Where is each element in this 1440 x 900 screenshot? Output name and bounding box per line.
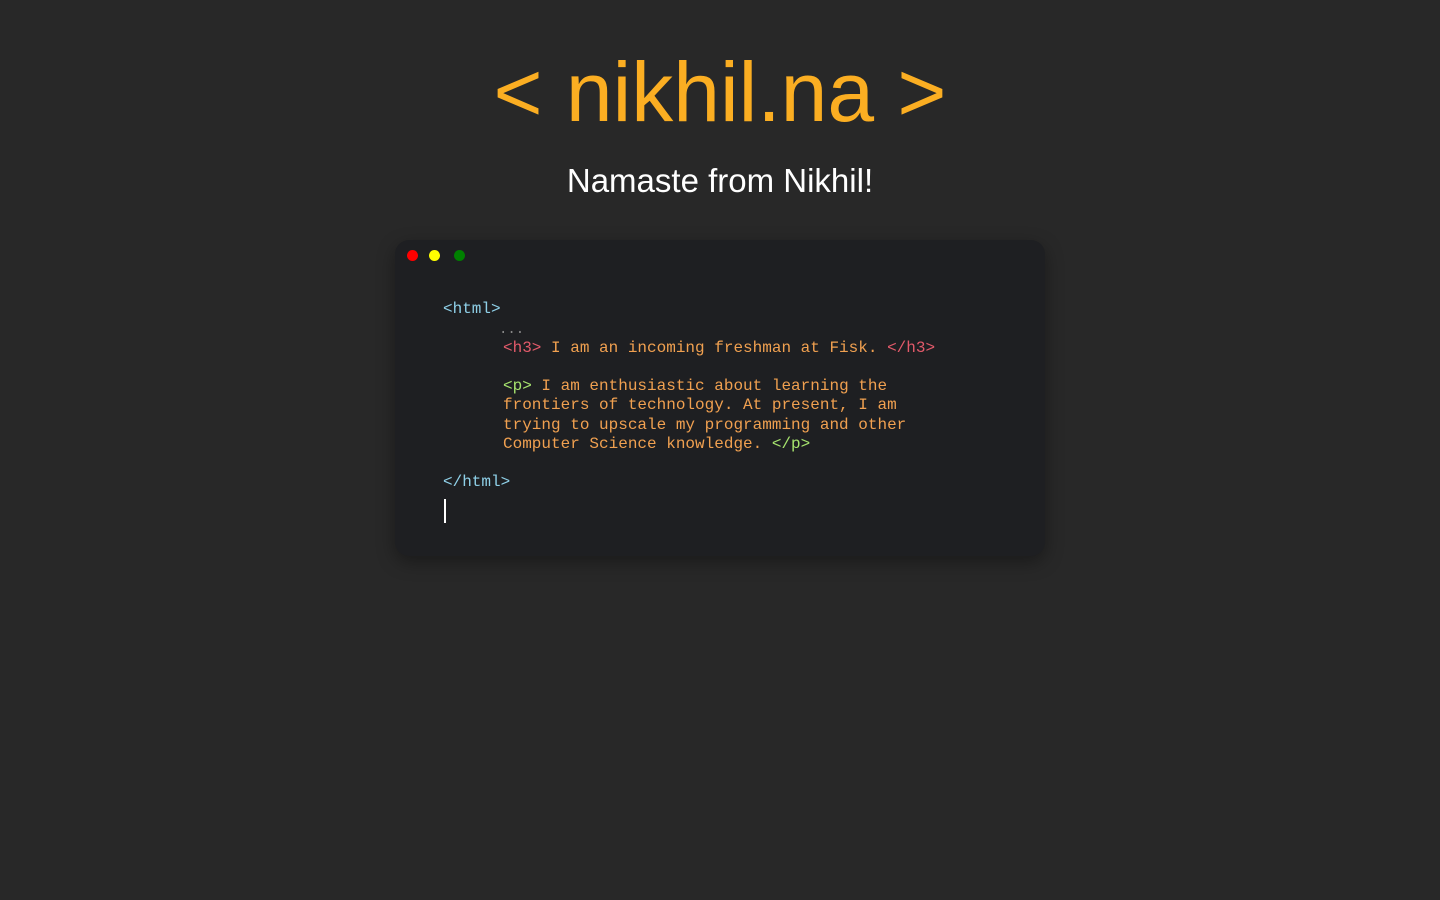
html-open-tag: <html> [443,300,501,318]
p-text-2: frontiers of technology. At present, I a… [503,396,897,414]
p-open-tag: <p> [503,377,532,395]
text-cursor [444,499,446,523]
code-block: <html> ... <h3> I am an incoming freshma… [443,240,935,512]
tagline: Namaste from Nikhil! [566,162,874,199]
h3-line: <h3> I am an incoming freshman at Fisk. … [503,339,935,358]
p-text-3: trying to upscale my programming and oth… [503,416,907,434]
p-line-1: <p> I am enthusiastic about learning the [503,377,887,396]
site-title: < nikhil.na > [493,45,947,139]
p-text-4: Computer Science knowledge. [503,435,772,453]
h3-text: I am an incoming freshman at Fisk. [541,339,888,357]
p-text-1: I am enthusiastic about learning the [531,377,888,395]
h3-open-tag: <h3> [503,339,542,357]
p-line-4: Computer Science knowledge. </p> [503,435,810,454]
h3-close-tag: </h3> [887,339,936,357]
close-dot-icon[interactable] [407,250,418,261]
html-close-tag: </html> [443,473,511,491]
p-close-tag: </p> [771,435,811,453]
code-ellipsis: ... [499,322,525,338]
code-terminal-window: <html> ... <h3> I am an incoming freshma… [395,240,1045,556]
minimize-dot-icon[interactable] [429,250,440,261]
